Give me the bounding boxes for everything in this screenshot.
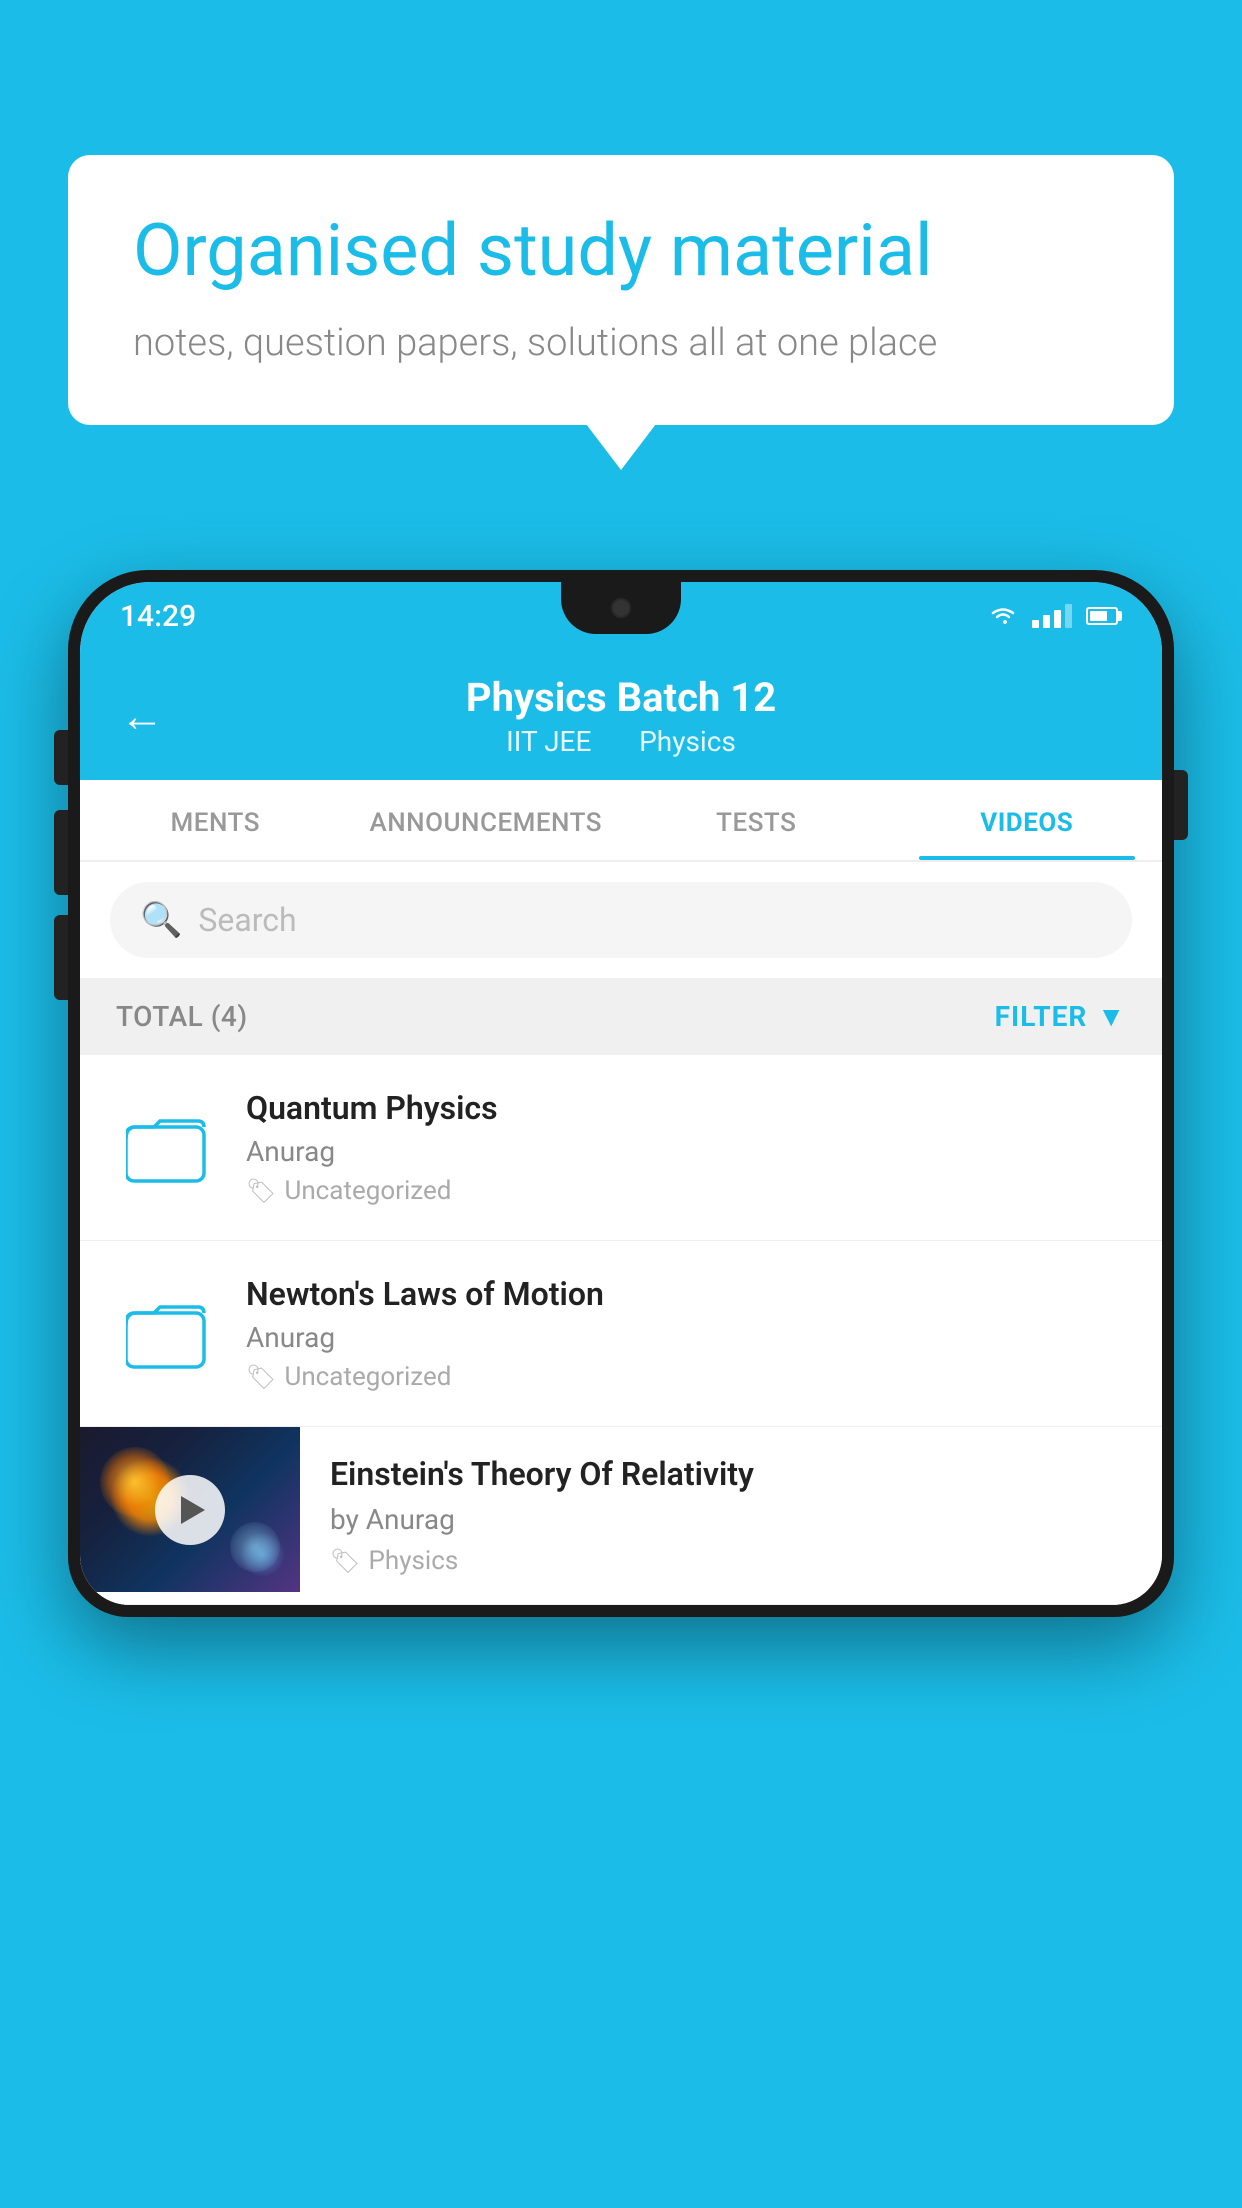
subtitle-part1: IIT JEE: [506, 725, 591, 758]
video-tag: 🏷 Physics: [330, 1546, 1132, 1576]
video-info: Quantum Physics Anurag 🏷 Uncategorized: [246, 1089, 1126, 1206]
tag-icon: 🏷: [330, 1547, 360, 1575]
search-box[interactable]: 🔍 Search: [110, 882, 1132, 958]
signal-bar-3: [1054, 610, 1061, 628]
play-button[interactable]: [155, 1475, 225, 1545]
list-item[interactable]: Einstein's Theory Of Relativity by Anura…: [80, 1427, 1162, 1605]
folder-thumbnail: [116, 1111, 216, 1185]
silent-button: [54, 915, 68, 1000]
tag-label: Physics: [368, 1546, 458, 1576]
search-container: 🔍 Search: [80, 862, 1162, 978]
speech-bubble-section: Organised study material notes, question…: [68, 155, 1174, 425]
batch-subtitle: IIT JEE Physics: [194, 725, 1048, 758]
phone-outer: 14:29: [68, 570, 1174, 1617]
video-title: Newton's Laws of Motion: [246, 1275, 1126, 1313]
volume-down-button: [54, 810, 68, 895]
status-bar: 14:29: [80, 582, 1162, 650]
status-icons: [988, 604, 1122, 628]
speech-bubble-heading: Organised study material: [133, 210, 1109, 293]
video-author: by Anurag: [330, 1503, 1132, 1536]
wifi-icon: [988, 604, 1018, 628]
video-title: Einstein's Theory Of Relativity: [330, 1455, 1132, 1493]
video-title: Quantum Physics: [246, 1089, 1126, 1127]
video-info: Newton's Laws of Motion Anurag 🏷 Uncateg…: [246, 1275, 1126, 1392]
tag-icon: 🏷: [246, 1363, 276, 1391]
signal-bar-4: [1065, 604, 1072, 628]
tag-label: Uncategorized: [284, 1362, 451, 1392]
video-list: Quantum Physics Anurag 🏷 Uncategorized: [80, 1055, 1162, 1605]
list-item[interactable]: Quantum Physics Anurag 🏷 Uncategorized: [80, 1055, 1162, 1241]
volume-up-button: [54, 730, 68, 785]
batch-title: Physics Batch 12: [194, 674, 1048, 721]
header-title-group: Physics Batch 12 IIT JEE Physics: [194, 674, 1048, 758]
notch: [561, 582, 681, 634]
folder-icon: [126, 1297, 206, 1371]
video-info: Einstein's Theory Of Relativity by Anura…: [300, 1427, 1162, 1604]
video-tag: 🏷 Uncategorized: [246, 1362, 1126, 1392]
folder-icon: [126, 1111, 206, 1185]
back-button[interactable]: ←: [120, 690, 164, 742]
speech-bubble-subtext: notes, question papers, solutions all at…: [133, 321, 1109, 365]
signal-bar-1: [1032, 620, 1039, 628]
signal-bar-2: [1043, 615, 1050, 628]
battery-tip: [1118, 611, 1122, 621]
video-author: Anurag: [246, 1321, 1126, 1354]
tabs-bar: MENTS ANNOUNCEMENTS TESTS VIDEOS: [80, 780, 1162, 862]
battery-icon: [1086, 607, 1122, 625]
folder-thumbnail: [116, 1297, 216, 1371]
battery-fill: [1090, 611, 1107, 621]
tag-icon: 🏷: [246, 1177, 276, 1205]
subtitle-part2: Physics: [639, 725, 736, 758]
app-header: ← Physics Batch 12 IIT JEE Physics: [80, 650, 1162, 780]
status-time: 14:29: [120, 599, 196, 634]
play-icon: [181, 1496, 205, 1524]
total-count: TOTAL (4): [116, 1000, 248, 1033]
video-author: Anurag: [246, 1135, 1126, 1168]
speech-bubble: Organised study material notes, question…: [68, 155, 1174, 425]
video-thumbnail: [80, 1427, 300, 1592]
camera-icon: [611, 598, 631, 618]
filter-button[interactable]: FILTER ▼: [995, 1000, 1126, 1033]
tag-label: Uncategorized: [284, 1176, 451, 1206]
power-button: [1174, 770, 1188, 840]
filter-label: FILTER: [995, 1000, 1088, 1033]
phone-mockup: 14:29: [68, 570, 1174, 2208]
filter-icon: ▼: [1097, 1000, 1126, 1033]
tab-ments[interactable]: MENTS: [80, 780, 351, 860]
list-item[interactable]: Newton's Laws of Motion Anurag 🏷 Uncateg…: [80, 1241, 1162, 1427]
video-tag: 🏷 Uncategorized: [246, 1176, 1126, 1206]
tab-announcements[interactable]: ANNOUNCEMENTS: [351, 780, 622, 860]
tab-videos[interactable]: VIDEOS: [892, 780, 1163, 860]
signal-icon: [1032, 604, 1072, 628]
phone-screen: 14:29: [80, 582, 1162, 1605]
battery-body: [1086, 607, 1118, 625]
search-input[interactable]: Search: [198, 901, 296, 939]
filter-bar: TOTAL (4) FILTER ▼: [80, 978, 1162, 1055]
tab-tests[interactable]: TESTS: [621, 780, 892, 860]
search-icon: 🔍: [140, 900, 182, 940]
